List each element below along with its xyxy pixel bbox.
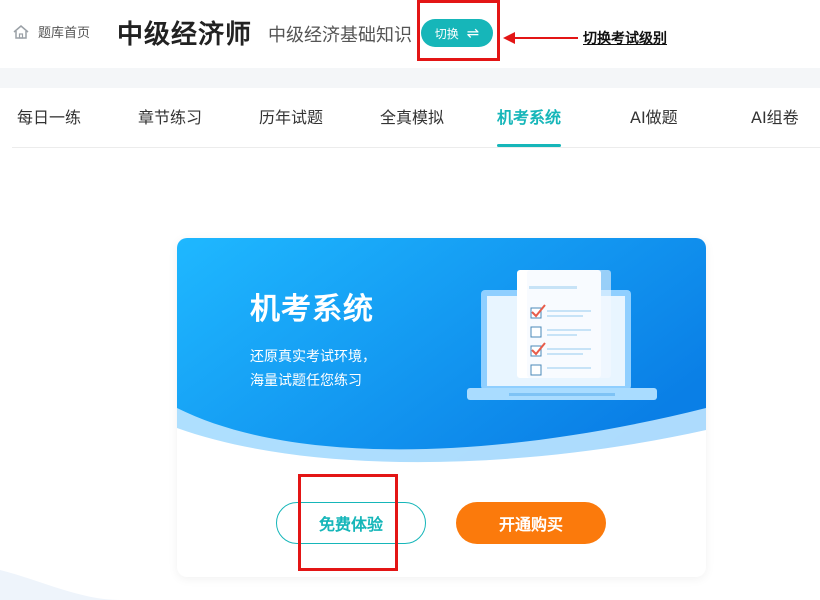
- annotation-switch-note: 切换考试级别: [583, 31, 667, 47]
- tab-past-exams[interactable]: 历年试题: [259, 88, 323, 148]
- divider-strip: [0, 68, 820, 88]
- tab-mock-exam[interactable]: 全真模拟: [380, 88, 444, 148]
- home-icon: [12, 24, 30, 40]
- laptop-checklist-icon: [467, 270, 657, 400]
- card-desc-line2: 海量试题任您练习: [250, 373, 362, 389]
- highlight-box-free-trial: [298, 474, 398, 571]
- tab-ai-compose[interactable]: AI组卷: [751, 88, 799, 148]
- computer-exam-card: 机考系统 还原真实考试环境， 海量试题任您练习 免费体验 开通购买: [177, 238, 706, 577]
- tab-chapter-practice[interactable]: 章节练习: [138, 88, 202, 148]
- card-description: 还原真实考试环境， 海量试题任您练习: [250, 345, 376, 393]
- tab-bar: 每日一练 章节练习 历年试题 全真模拟 机考系统 AI做题 AI组卷: [12, 88, 820, 148]
- tab-daily-practice[interactable]: 每日一练: [17, 88, 81, 148]
- home-label: 题库首页: [38, 26, 91, 41]
- home-link[interactable]: 题库首页: [12, 22, 90, 41]
- tab-ai-practice[interactable]: AI做题: [630, 88, 678, 148]
- page: 题库首页 中级经济师 中级经济基础知识 切换 ⇌ 切换考试级别 每日一练 章节练…: [0, 0, 820, 600]
- corner-decoration: [0, 570, 120, 600]
- card-title: 机考系统: [250, 292, 374, 327]
- card-desc-line1: 还原真实考试环境，: [250, 349, 376, 365]
- tab-computer-exam[interactable]: 机考系统: [497, 88, 562, 148]
- subject-name: 中级经济基础知识: [268, 25, 412, 46]
- header: 题库首页 中级经济师 中级经济基础知识 切换 ⇌: [0, 0, 820, 68]
- red-arrow-icon: [503, 32, 578, 44]
- highlight-box-switch: [417, 0, 500, 61]
- exam-title: 中级经济师: [117, 20, 253, 50]
- buy-button[interactable]: 开通购买: [456, 502, 606, 544]
